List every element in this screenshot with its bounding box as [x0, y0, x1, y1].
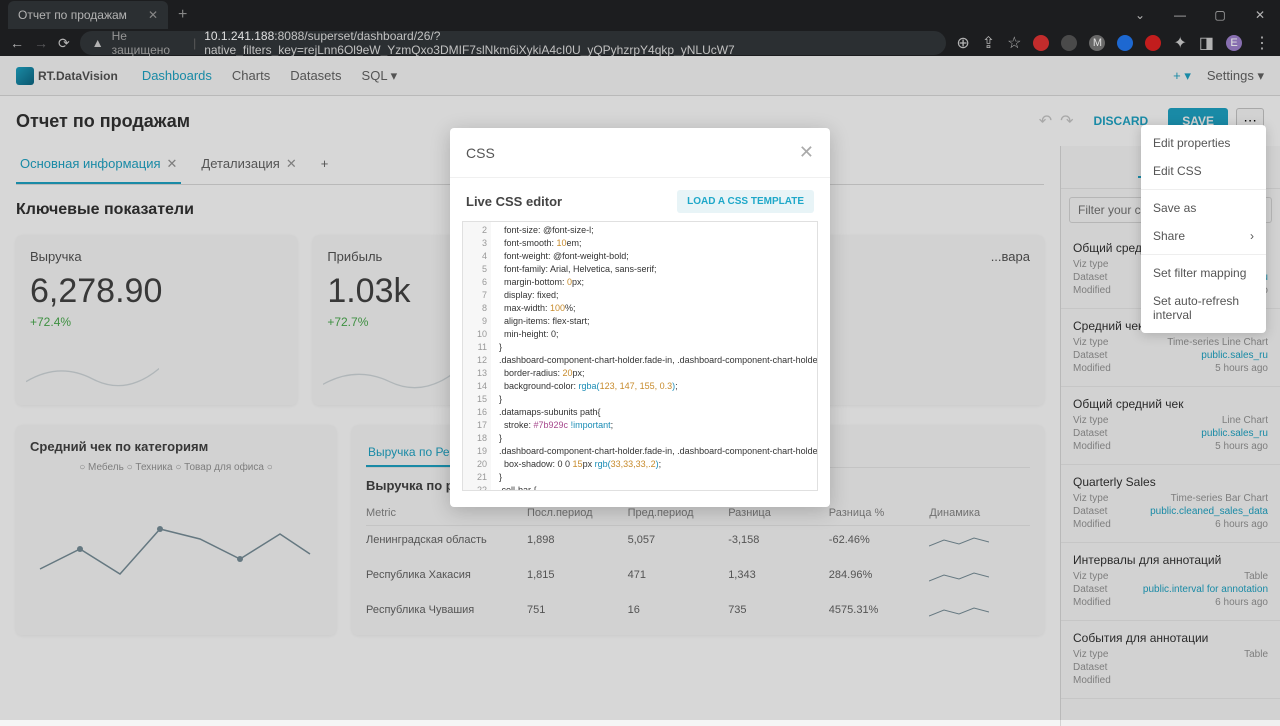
css-code-editor[interactable]: 2345678910111213141516171819202122232425…: [462, 221, 818, 491]
menu-save-as[interactable]: Save as: [1141, 194, 1266, 222]
menu-filter-mapping[interactable]: Set filter mapping: [1141, 259, 1266, 287]
menu-share[interactable]: Share›: [1141, 222, 1266, 250]
css-modal: CSS ✕ Live CSS editor LOAD A CSS TEMPLAT…: [450, 128, 830, 507]
menu-edit-css[interactable]: Edit CSS: [1141, 157, 1266, 185]
menu-auto-refresh[interactable]: Set auto-refresh interval: [1141, 287, 1266, 329]
modal-title: CSS: [466, 145, 495, 161]
menu-edit-properties[interactable]: Edit properties: [1141, 129, 1266, 157]
actions-dropdown: Edit properties Edit CSS Save as Share› …: [1141, 125, 1266, 333]
load-template-button[interactable]: LOAD A CSS TEMPLATE: [677, 190, 814, 213]
modal-close-icon[interactable]: ✕: [799, 142, 814, 163]
modal-subtitle: Live CSS editor: [466, 194, 562, 209]
